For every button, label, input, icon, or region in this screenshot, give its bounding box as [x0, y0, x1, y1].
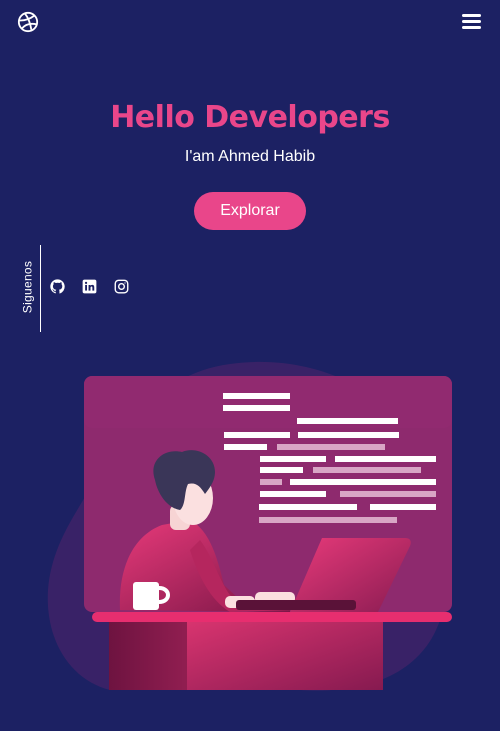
- developer-illustration: [47, 361, 452, 691]
- desk-top: [92, 612, 452, 622]
- hero-subtitle: I'am Ahmed Habib: [184, 148, 316, 165]
- social-divider: [40, 245, 41, 332]
- top-bar: [0, 0, 500, 44]
- github-icon[interactable]: [50, 279, 65, 294]
- linkedin-icon[interactable]: [82, 279, 97, 294]
- explore-button[interactable]: Explorar: [194, 192, 306, 230]
- social-icons: [50, 279, 129, 294]
- instagram-icon[interactable]: [114, 279, 129, 294]
- hamburger-menu-icon[interactable]: [462, 14, 482, 30]
- hero-title: Hello Developers: [110, 100, 390, 135]
- social-label: Siguenos: [20, 260, 35, 314]
- social-links: Siguenos: [20, 245, 140, 332]
- dribbble-icon[interactable]: [17, 11, 39, 33]
